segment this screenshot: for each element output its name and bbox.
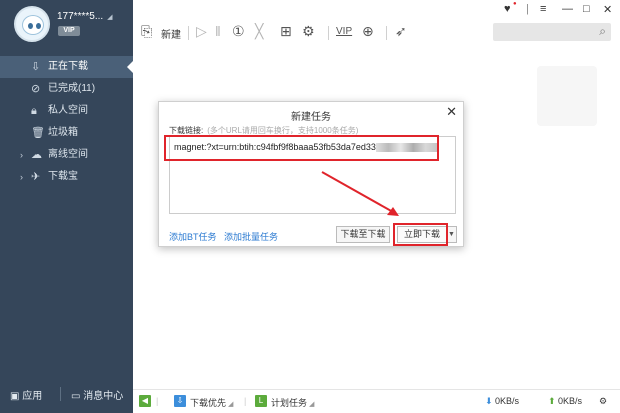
scheduled-task-button[interactable]: 计划任务 ◢ [271, 396, 314, 409]
window-controls: ♥ ● | ≡ — □ ✕ [500, 0, 620, 20]
vip-badge[interactable]: VIP [58, 26, 80, 36]
sidebar-item-label: 私人空间 [48, 105, 88, 116]
cloud-icon: ☁︎ [31, 149, 42, 161]
download-speed: 0KB/s [495, 396, 520, 406]
settings-icon[interactable]: ⚙ [599, 396, 607, 407]
chevron-down-icon[interactable]: ▼ [447, 226, 457, 243]
priority-mode-icon: ⇩ [174, 395, 186, 407]
close-icon[interactable]: ✕ [446, 104, 457, 120]
caret-down-icon: ◢ [228, 401, 234, 408]
sidebar-item-private[interactable]: 🔒︎ 私人空间 [0, 100, 133, 122]
download-icon: ⇩ [31, 61, 41, 73]
back-icon[interactable]: ◀ [139, 395, 151, 407]
annotation-highlight-box [393, 223, 448, 246]
sidebar-item-label: 下载宝 [48, 171, 78, 182]
settings-icon[interactable]: ⚙ [302, 23, 315, 40]
new-task-button[interactable]: 新建 [161, 26, 181, 41]
divider [386, 26, 387, 40]
apps-button[interactable]: ▣ 应用 [10, 387, 42, 402]
new-task-dialog: 新建任务 ✕ 下载链接: (多个URL请用回车换行，支持1000条任务) magn… [158, 101, 464, 247]
search-input[interactable]: ⌕ [493, 23, 611, 41]
add-bt-task-link[interactable]: 添加BT任务 [169, 230, 217, 243]
placeholder-image [537, 66, 597, 126]
notification-dot-icon: ● [513, 1, 517, 7]
sidebar-item-label: 离线空间 [48, 149, 88, 160]
link-label-text: 下载链接: [169, 126, 204, 135]
sidebar-item-label: 已完成(11) [48, 83, 96, 94]
scheduled-task-label: 计划任务 [271, 398, 308, 408]
play-icon[interactable]: ▷ [196, 23, 207, 40]
username-text: 177****5... [57, 11, 104, 22]
download-priority-button[interactable]: 下载优先 ◢ [190, 396, 233, 409]
divider [328, 26, 329, 40]
username[interactable]: 177****5... ◢ [57, 11, 113, 22]
upload-speed-arrow-icon: ⬆ [548, 396, 556, 406]
search-icon[interactable]: ⌕ [599, 24, 606, 39]
sidebar-bottom-bar: ▣ 应用 ▭ 消息中心 [0, 385, 133, 405]
avatar[interactable] [14, 6, 50, 42]
lock-icon: 🔒︎ [31, 105, 37, 117]
menu-icon[interactable]: ≡ [540, 3, 546, 15]
toolbar: ⎘ 新建 ▷ ‖ ① ╳ ⊞ ⚙ VIP ⊕ ➶ ⌕ [133, 20, 620, 46]
annotation-highlight-box [164, 135, 439, 161]
new-task-icon[interactable]: ⎘ [141, 23, 152, 40]
status-bar: ◀ | ⇩ 下载优先 ◢ | L 计划任务 ◢ ⬇ 0KB/s ⬆ 0KB/s ⚙ [133, 389, 620, 413]
chevron-right-icon[interactable]: › [20, 144, 23, 166]
download-priority-label: 下载优先 [190, 398, 227, 408]
download-speed-arrow-icon: ⬇ [485, 396, 493, 406]
grid-icon[interactable]: ⊞ [280, 23, 292, 40]
apps-icon: ▣ [10, 391, 20, 402]
minimize-icon[interactable]: — [562, 3, 573, 15]
divider [60, 387, 61, 401]
trash-icon: 🗑︎ [31, 127, 45, 139]
apps-label: 应用 [22, 391, 43, 402]
message-center-label: 消息中心 [83, 391, 124, 402]
sidebar-item-label: 正在下载 [48, 61, 88, 72]
vip-icon[interactable]: VIP [336, 26, 352, 37]
sidebar-item-downloading[interactable]: ⇩ 正在下载 [0, 56, 133, 78]
maximize-icon[interactable]: □ [583, 3, 590, 15]
close-icon[interactable]: ✕ [603, 3, 612, 16]
divider: | [156, 396, 159, 406]
rocket-icon[interactable]: ➶ [395, 23, 407, 40]
shirt-skin-icon[interactable]: ♥ [504, 3, 511, 15]
sidebar-item-router[interactable]: › ✈︎ 下载宝 [0, 166, 133, 188]
schedule-icon: L [255, 395, 267, 407]
divider: | [526, 3, 529, 15]
sidebar: 177****5... ◢ VIP ⇩ 正在下载 ⊘ 已完成(11) 🔒︎ 私人空… [0, 0, 133, 413]
check-circle-icon: ⊘ [31, 83, 41, 95]
divider: | [244, 396, 247, 406]
caret-down-icon: ◢ [107, 14, 113, 21]
sidebar-nav: ⇩ 正在下载 ⊘ 已完成(11) 🔒︎ 私人空间 🗑︎ 垃圾箱 › ☁︎ 离线空… [0, 56, 133, 188]
sidebar-item-label: 垃圾箱 [48, 127, 78, 138]
sidebar-item-offline[interactable]: › ☁︎ 离线空间 [0, 144, 133, 166]
chevron-right-icon[interactable]: › [20, 166, 23, 188]
upload-speed: 0KB/s [558, 396, 583, 406]
avatar-eye-icon [36, 23, 41, 29]
router-icon: ✈︎ [31, 171, 41, 183]
sidebar-item-completed[interactable]: ⊘ 已完成(11) [0, 78, 133, 100]
link-hint: (多个URL请用回车换行，支持1000条任务) [207, 126, 359, 135]
pause-icon[interactable]: ‖ [215, 23, 221, 39]
priority-icon[interactable]: ① [232, 23, 245, 40]
message-icon: ▭ [71, 391, 81, 402]
download-later-button[interactable]: 下载至下载 [336, 226, 390, 243]
sidebar-item-trash[interactable]: 🗑︎ 垃圾箱 [0, 122, 133, 144]
avatar-eye-icon [28, 23, 33, 29]
caret-down-icon: ◢ [309, 401, 315, 408]
divider [188, 26, 189, 40]
delete-icon[interactable]: ╳ [255, 23, 263, 40]
coin-icon[interactable]: ⊕ [362, 23, 374, 40]
add-batch-task-link[interactable]: 添加批量任务 [224, 230, 278, 243]
dialog-title: 新建任务 [291, 112, 331, 123]
message-center-button[interactable]: ▭ 消息中心 [71, 387, 123, 402]
